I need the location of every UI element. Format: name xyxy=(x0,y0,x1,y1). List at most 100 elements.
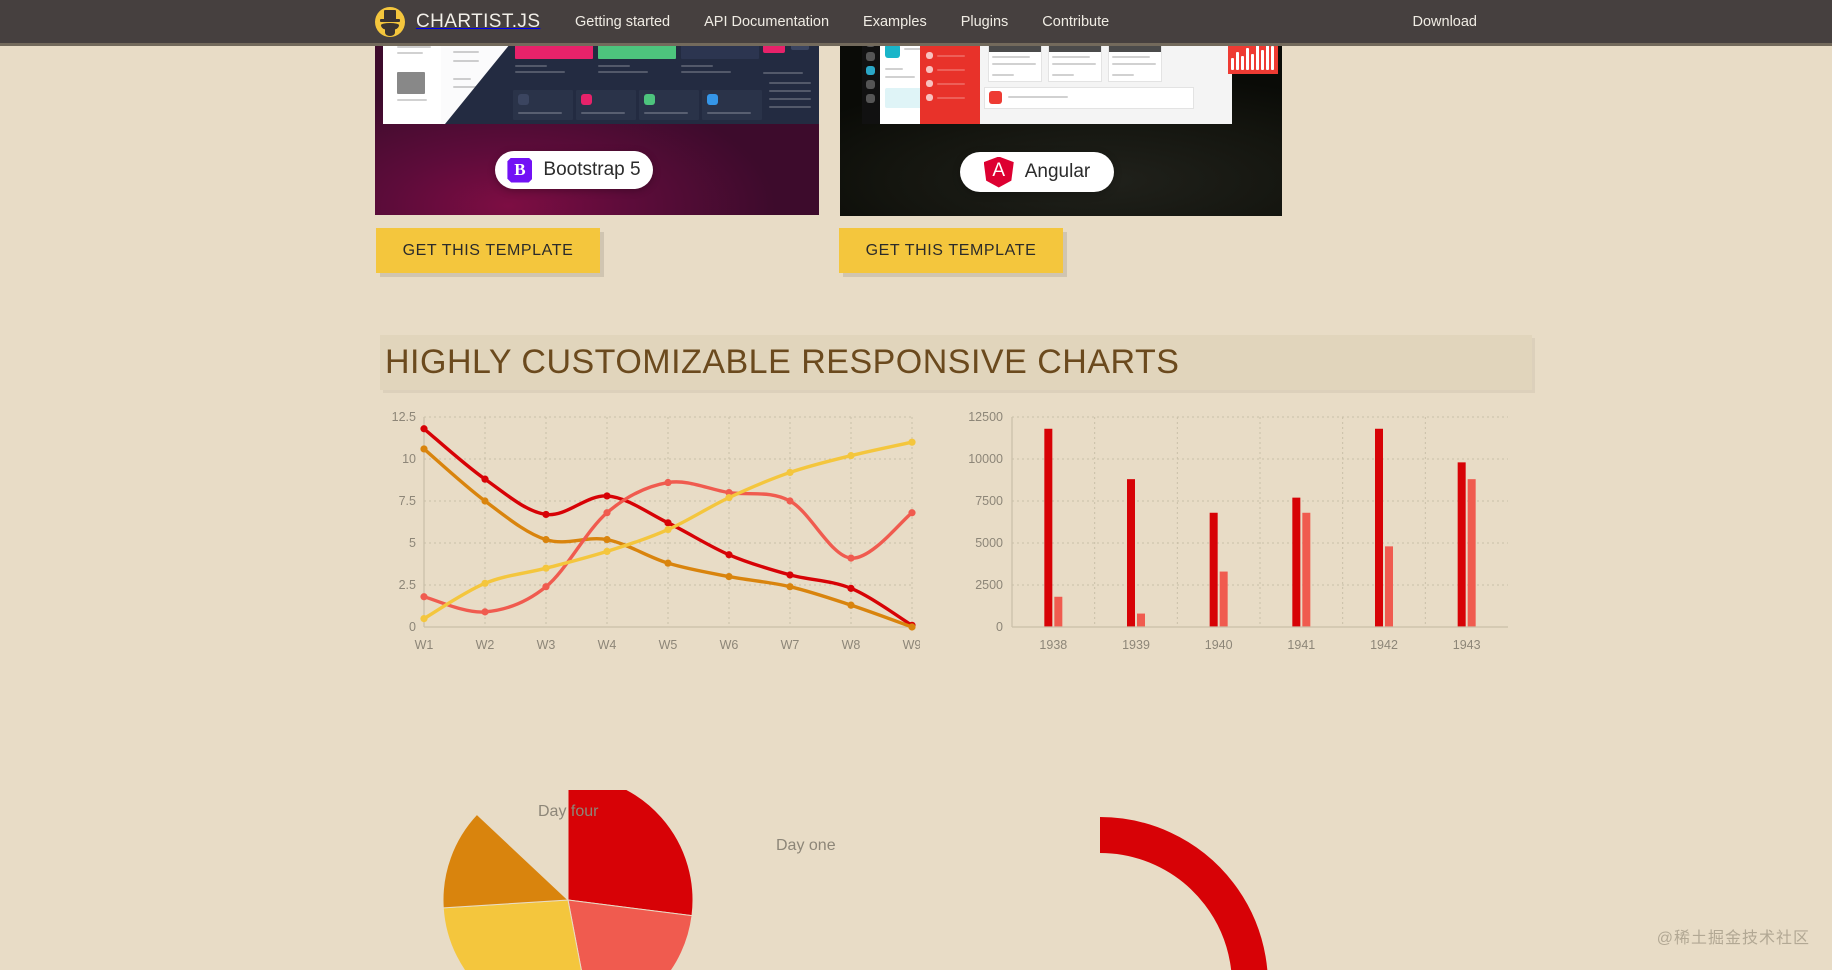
line-point xyxy=(420,425,428,433)
line-point xyxy=(664,478,672,487)
line-point xyxy=(542,536,550,544)
line-point xyxy=(847,601,855,609)
nav-item-contribute[interactable]: Contribute xyxy=(1025,14,1126,30)
line-chart-x-tick: W9 xyxy=(903,638,920,652)
angular-badge-label: Angular xyxy=(1024,161,1091,182)
line-point xyxy=(847,452,855,460)
nav-item-plugins[interactable]: Plugins xyxy=(944,14,1026,30)
line-point xyxy=(786,468,794,477)
line-point xyxy=(542,510,550,519)
line-point xyxy=(420,593,428,601)
line-chart: 0 2.5 5 7.5 10 12.5 W1 W2 W3 W4 W5 W6 W7 W8 W9 xyxy=(380,405,922,755)
line-point xyxy=(786,497,794,505)
line-chart-x-tick: W1 xyxy=(415,638,434,652)
pie-slice-day-three xyxy=(442,899,582,970)
bar-rect-light xyxy=(1302,512,1311,627)
angular-logo-icon xyxy=(983,156,1014,188)
bar-chart-y-tick: 0 xyxy=(996,620,1003,634)
bar-chart-y-tick: 2500 xyxy=(975,578,1003,592)
bar-rect-dark xyxy=(1292,497,1301,627)
bar-rect-dark xyxy=(1044,428,1053,627)
angular-badge: Angular xyxy=(960,152,1114,192)
line-chart-x-tick: W8 xyxy=(842,638,861,652)
pie-chart-svg xyxy=(442,790,694,970)
line-chart-svg: 0 2.5 5 7.5 10 12.5 W1 W2 W3 W4 W5 W6 W7 W8 W9 xyxy=(392,410,922,652)
line-point xyxy=(420,445,428,453)
line-point xyxy=(481,475,489,483)
watermark-label: @稀土掘金技术社区 xyxy=(1656,930,1810,947)
line-point xyxy=(847,554,855,562)
donut-chart xyxy=(1020,780,1540,970)
bar-chart-x-tick: 1938 xyxy=(1039,638,1067,652)
pie-label-day-four: Day four xyxy=(538,803,599,820)
page-title: HIGHLY CUSTOMIZABLE RESPONSIVE CHARTS xyxy=(385,343,1180,381)
pie-slice-day-four xyxy=(442,813,570,909)
nav-item-api-documentation[interactable]: API Documentation xyxy=(687,14,846,30)
bar-chart-x-tick: 1939 xyxy=(1122,638,1150,652)
line-point xyxy=(725,573,733,581)
bar-chart: 0 2500 5000 7500 10000 12500 1938 1939 1940 1941 1… xyxy=(960,405,1515,755)
line-point xyxy=(603,536,611,544)
bootstrap-logo-icon xyxy=(507,157,533,183)
angular-dashboard-preview xyxy=(862,38,1278,124)
get-this-template-button-angular[interactable]: GET THIS TEMPLATE xyxy=(839,228,1063,273)
brand-home-link[interactable]: CHARTIST.JS xyxy=(375,0,540,45)
line-point xyxy=(908,623,916,631)
line-point xyxy=(664,525,672,534)
bar-rect-light xyxy=(1385,546,1393,627)
bar-chart-x-tick: 1941 xyxy=(1287,638,1315,652)
chartist-gentleman-logo-icon xyxy=(375,6,405,37)
bootstrap-badge: Bootstrap 5 xyxy=(495,151,653,189)
template-card-angular[interactable]: Angular xyxy=(840,38,1282,216)
line-chart-x-tick: W5 xyxy=(659,638,678,652)
line-chart-x-tick: W4 xyxy=(598,638,617,652)
template-card-bootstrap[interactable]: Bootstrap 5 xyxy=(375,38,819,215)
line-point xyxy=(603,492,611,500)
bar-rect-light xyxy=(1467,479,1476,627)
line-chart-y-tick: 5 xyxy=(409,536,416,550)
line-point xyxy=(481,497,489,505)
bar-chart-y-tick: 5000 xyxy=(975,536,1003,550)
bar-chart-y-tick: 10000 xyxy=(968,452,1003,466)
bar-chart-x-tick: 1940 xyxy=(1205,638,1233,652)
get-this-template-button-bootstrap[interactable]: GET THIS TEMPLATE xyxy=(376,228,600,273)
bar-rect-dark xyxy=(1375,428,1383,627)
page-root: CHARTIST.JS Getting started API Document… xyxy=(0,0,1832,970)
line-point xyxy=(908,509,916,517)
line-chart-y-tick: 10 xyxy=(402,452,416,466)
nav-item-download[interactable]: Download xyxy=(1413,14,1478,30)
line-point xyxy=(542,583,550,591)
line-point xyxy=(481,608,489,616)
donut-chart-svg xyxy=(1099,817,1268,970)
top-navigation-bar: CHARTIST.JS Getting started API Document… xyxy=(0,0,1832,46)
nav-item-examples[interactable]: Examples xyxy=(846,14,944,30)
line-point xyxy=(725,494,733,502)
bootstrap-dashboard-preview xyxy=(383,38,819,124)
line-point xyxy=(542,564,550,572)
bar-rect-dark xyxy=(1457,462,1466,627)
bar-chart-y-tick: 12500 xyxy=(968,410,1003,424)
line-point xyxy=(603,547,611,555)
bar-rect-dark xyxy=(1209,512,1218,627)
line-point xyxy=(664,559,672,567)
primary-nav: Getting started API Documentation Exampl… xyxy=(558,0,1126,45)
line-point xyxy=(847,584,855,592)
line-chart-x-tick: W6 xyxy=(720,638,739,652)
line-point xyxy=(786,571,794,579)
bar-chart-x-tick: 1942 xyxy=(1370,638,1398,652)
line-chart-y-tick: 12.5 xyxy=(392,410,416,424)
bar-rect-light xyxy=(1137,613,1145,627)
nav-item-getting-started[interactable]: Getting started xyxy=(558,14,687,30)
line-point xyxy=(481,579,489,587)
line-point xyxy=(786,583,794,591)
line-point xyxy=(664,519,672,527)
pie-chart xyxy=(380,790,940,970)
donut-arc-one xyxy=(1099,817,1268,970)
bar-rect-light xyxy=(1219,571,1228,627)
bar-rect-light xyxy=(1054,596,1063,627)
bar-chart-y-tick: 7500 xyxy=(975,494,1003,508)
bar-chart-x-tick: 1943 xyxy=(1453,638,1481,652)
line-point xyxy=(725,551,733,559)
line-chart-y-tick: 7.5 xyxy=(399,494,416,508)
line-point xyxy=(420,615,428,623)
